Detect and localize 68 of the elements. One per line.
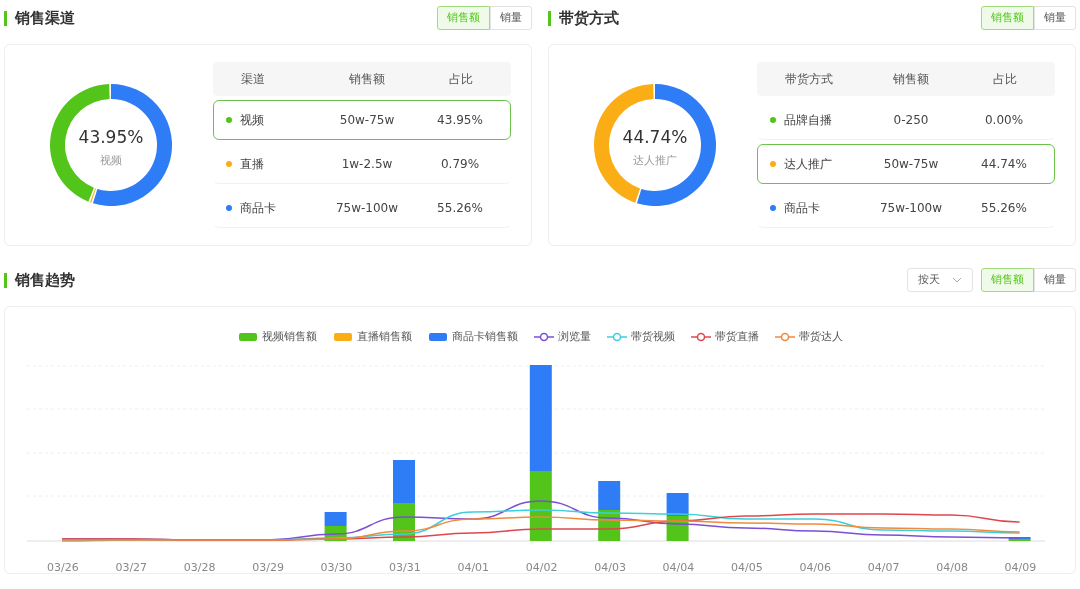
axis-label: 04/08 — [936, 559, 968, 576]
donut-value: 44.74% — [622, 126, 688, 149]
table-cell: 50w-75w — [339, 113, 395, 127]
table-row[interactable]: 商品卡 75w-100w 55.26% — [213, 188, 511, 228]
table-row[interactable]: 视频 50w-75w 43.95% — [213, 100, 511, 140]
axis-label: 04/05 — [731, 559, 763, 576]
legend-label[interactable]: 视频销售额 — [261, 329, 317, 346]
legend-label[interactable]: 带货达人 — [798, 329, 843, 346]
table-cell: 0.00% — [984, 113, 1024, 127]
axis-label: 03/31 — [389, 559, 421, 576]
legend-label[interactable]: 浏览量 — [557, 329, 591, 346]
table-cell: 0.79% — [440, 157, 480, 171]
column-header: 占比 — [993, 72, 1017, 86]
axis-label: 04/09 — [1004, 559, 1037, 576]
table-row[interactable]: 直播 1w-2.5w 0.79% — [213, 144, 511, 184]
axis-label: 04/07 — [867, 559, 900, 576]
donut-label: 视频 — [100, 153, 122, 167]
axis-label: 03/26 — [47, 559, 79, 576]
table-cell: 1w-2.5w — [341, 157, 393, 171]
period-select[interactable]: 按天 — [907, 267, 973, 293]
section-title: 销售趋势 — [4, 272, 75, 288]
table-cell: 0-250 — [893, 113, 929, 127]
legend-label[interactable]: 带货视频 — [630, 329, 675, 346]
column-header: 销售额 — [349, 72, 385, 86]
legend-label[interactable]: 商品卡销售额 — [451, 329, 518, 346]
section-title: 销售渠道 — [4, 10, 75, 26]
column-header: 占比 — [449, 72, 473, 86]
table-cell: 75w-100w — [335, 201, 399, 215]
table-cell-text: 达人推广 — [784, 156, 832, 173]
toggle-tab[interactable]: 销量 — [1034, 5, 1076, 31]
donut-label: 达人推广 — [633, 153, 677, 167]
table-cell: 44.74% — [981, 157, 1027, 171]
axis-label: 03/27 — [115, 559, 148, 576]
axis-label: 04/01 — [457, 559, 490, 576]
table-cell-text: 直播 — [240, 156, 264, 173]
chevron-down-icon — [952, 277, 962, 283]
axis-label: 04/03 — [594, 559, 626, 576]
axis-label: 04/04 — [662, 559, 695, 576]
table-cell-text: 商品卡 — [240, 200, 276, 217]
chart-bar — [598, 480, 621, 510]
table-cell-text: 商品卡 — [784, 200, 820, 217]
axis-label: 03/29 — [252, 559, 284, 576]
toggle-tab[interactable]: 销量 — [490, 5, 532, 31]
axis-label: 04/06 — [799, 559, 832, 576]
table-row[interactable]: 达人推广 50w-75w 44.74% — [757, 144, 1055, 184]
table-cell: 55.26% — [981, 201, 1027, 215]
table-row[interactable]: 商品卡 75w-100w 55.26% — [757, 188, 1055, 228]
chart-bar — [393, 459, 415, 503]
section-title: 带货方式 — [548, 10, 619, 26]
table-row[interactable]: 品牌自播 0-250 0.00% — [757, 100, 1055, 140]
column-header: 渠道 — [241, 72, 265, 86]
axis-label: 03/30 — [320, 559, 353, 576]
legend-label[interactable]: 直播销售额 — [356, 329, 412, 346]
table-cell: 50w-75w — [883, 157, 939, 171]
table-cell: 75w-100w — [879, 201, 943, 215]
table-cell-text: 品牌自播 — [784, 112, 832, 129]
chart-bar — [324, 511, 347, 526]
chart-bar — [666, 492, 689, 516]
table-cell: 43.95% — [437, 113, 483, 127]
column-header: 销售额 — [893, 72, 929, 86]
axis-label: 04/02 — [525, 559, 558, 576]
table-cell-text: 视频 — [240, 112, 264, 129]
table-cell: 55.26% — [437, 201, 483, 215]
toggle-tab[interactable]: 销量 — [1034, 267, 1076, 293]
legend-label[interactable]: 带货直播 — [714, 329, 759, 346]
axis-label: 03/28 — [183, 559, 216, 576]
donut-value: 43.95% — [78, 126, 144, 149]
column-header: 带货方式 — [785, 72, 833, 86]
